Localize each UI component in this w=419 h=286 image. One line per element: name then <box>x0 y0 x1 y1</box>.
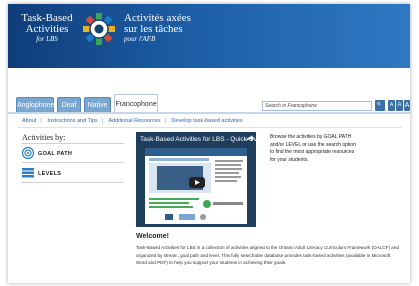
title-en-line-2: Activities <box>25 23 69 35</box>
tab-native[interactable]: Native <box>84 97 111 112</box>
activities-by-heading: Activities by: <box>22 133 66 142</box>
tab-anglophone[interactable]: Anglophone <box>16 97 54 112</box>
sidebar-item-levels[interactable]: LEVELS <box>38 171 61 177</box>
page-frame: Task-Based Activities for LBS Activités … <box>8 4 410 283</box>
search-button[interactable]: 🔍 <box>375 100 385 111</box>
site-title-french[interactable]: Activités axées sur les tâches pour l'AF… <box>124 13 191 44</box>
title-en-subtitle: for LBS <box>36 35 58 43</box>
goal-path-target-icon[interactable] <box>22 147 34 159</box>
sidebar-divider <box>22 143 124 144</box>
sidebar-item-goal-path[interactable]: GOAL PATH <box>38 151 72 157</box>
browse-description: Browse the activities by GOAL PATH and/o… <box>270 134 356 163</box>
tab-deaf[interactable]: Deaf <box>57 97 81 112</box>
share-arrow-icon[interactable] <box>246 135 254 142</box>
sidebar-divider <box>22 162 124 163</box>
nav-about[interactable]: About <box>22 118 36 124</box>
site-title-english[interactable]: Task-Based Activities for LBS <box>16 13 78 44</box>
nav-instructions-tips[interactable]: Instructions and Tips <box>47 118 97 124</box>
nav-divider <box>18 127 402 128</box>
nav-develop-activities[interactable]: Develop task-based activities <box>171 118 242 124</box>
levels-stack-icon[interactable] <box>22 168 34 178</box>
secondary-nav: About | Instructions and Tips | Additional… <box>22 118 243 124</box>
welcome-text: Task-Based Activities for LBS is a colle… <box>136 245 399 265</box>
search-icon: 🔍 <box>376 102 384 108</box>
text-size-medium-button[interactable]: A <box>396 100 403 111</box>
welcome-heading: Welcome! <box>136 233 169 240</box>
header-banner: Task-Based Activities for LBS Activités … <box>8 4 410 68</box>
site-logo-icon[interactable] <box>82 12 116 46</box>
nav-additional-resources[interactable]: Additional Resources <box>108 118 160 124</box>
text-size-small-button[interactable]: A <box>388 100 395 111</box>
title-fr-subtitle: pour l'AFB <box>124 35 156 43</box>
text-size-large-button[interactable]: A <box>404 100 410 111</box>
sidebar-divider <box>22 182 124 183</box>
video-player[interactable]: Task-Based Activities for LBS - Quick Ov… <box>136 132 273 227</box>
tab-francophone[interactable]: Francophone <box>114 94 158 113</box>
tab-divider <box>8 112 410 114</box>
search-input[interactable]: Search in Francophone <box>262 101 372 111</box>
title-fr-line-2: sur les tâches <box>124 23 183 35</box>
play-button-icon[interactable] <box>189 177 205 188</box>
